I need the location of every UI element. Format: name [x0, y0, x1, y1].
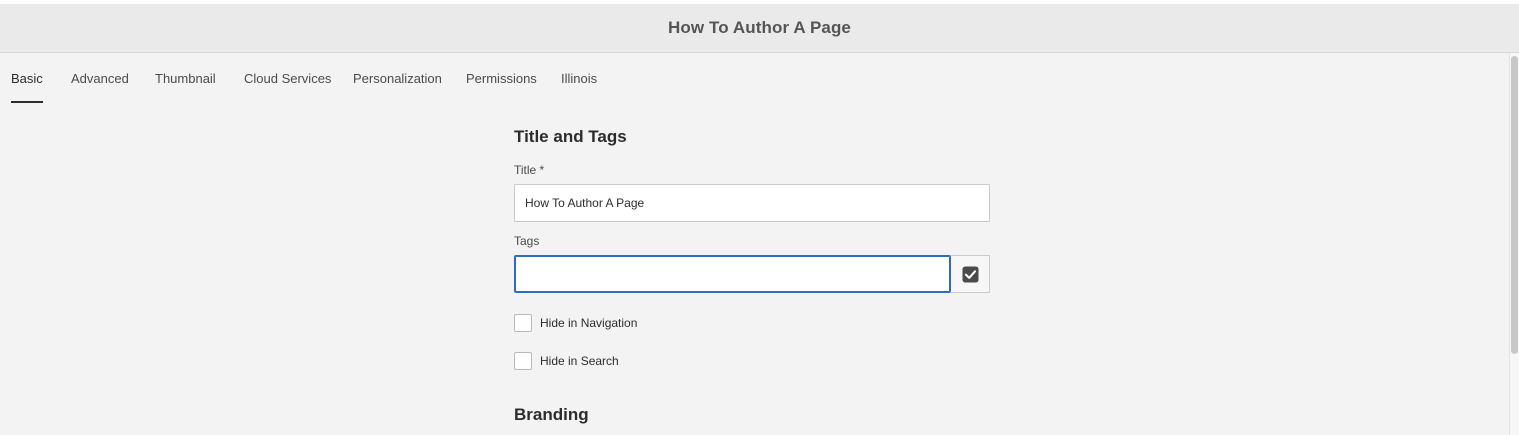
- hide-in-navigation-label[interactable]: Hide in Navigation: [540, 316, 637, 330]
- scrollbar-thumb[interactable]: [1511, 56, 1518, 354]
- branding-heading: Branding: [514, 405, 589, 424]
- hide-in-search-row: Hide in Search: [514, 352, 619, 370]
- tags-field-label: Tags: [514, 234, 540, 248]
- tab-personalization[interactable]: Personalization: [353, 53, 442, 103]
- tab-cloud-services[interactable]: Cloud Services: [244, 53, 331, 103]
- tab-label: Thumbnail: [155, 70, 216, 86]
- title-and-tags-heading: Title and Tags: [514, 127, 627, 146]
- title-input[interactable]: [514, 184, 990, 222]
- tab-label: Advanced: [71, 70, 129, 86]
- tags-picker-button[interactable]: [951, 255, 990, 293]
- tab-label: Personalization: [353, 70, 442, 86]
- tab-thumbnail[interactable]: Thumbnail: [155, 53, 216, 103]
- hide-in-search-label[interactable]: Hide in Search: [540, 354, 619, 368]
- page-title: How To Author A Page: [667, 18, 851, 37]
- tab-label: Cloud Services: [244, 70, 332, 86]
- active-tab-indicator: [11, 101, 43, 103]
- check-square-icon: [961, 265, 979, 283]
- tab-permissions[interactable]: Permissions: [466, 53, 537, 103]
- hide-in-navigation-row: Hide in Navigation: [514, 314, 637, 332]
- properties-tab-bar: Basic Advanced Thumbnail Cloud Services …: [0, 53, 1505, 103]
- dialog-header: How To Author A Page: [0, 4, 1519, 53]
- tab-illinois[interactable]: Illinois: [561, 53, 597, 103]
- title-field-label: Title *: [514, 163, 545, 177]
- tab-advanced[interactable]: Advanced: [71, 53, 129, 103]
- tab-label: Permissions: [466, 70, 537, 86]
- tab-basic[interactable]: Basic: [11, 53, 43, 103]
- hide-in-search-checkbox[interactable]: [514, 352, 532, 370]
- tab-label: Illinois: [561, 70, 598, 86]
- tab-label: Basic: [11, 70, 43, 86]
- hide-in-navigation-checkbox[interactable]: [514, 314, 532, 332]
- tags-input[interactable]: [514, 255, 951, 293]
